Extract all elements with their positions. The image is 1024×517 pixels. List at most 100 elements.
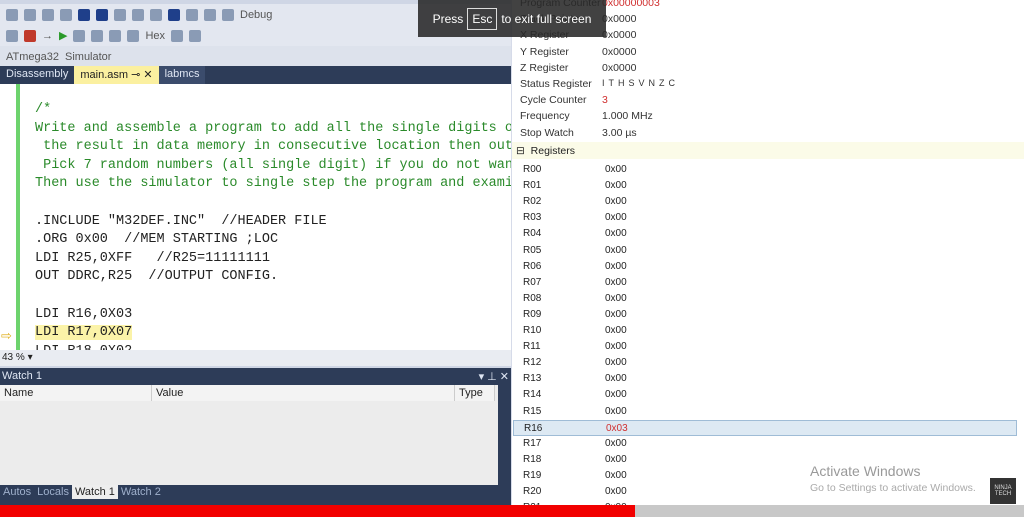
back-icon[interactable]: [6, 8, 18, 21]
register-value[interactable]: 0x00: [605, 389, 627, 401]
register-row[interactable]: R01 0x00: [513, 178, 1017, 194]
processor-row: Frequency 1.000 MHz: [520, 110, 653, 126]
register-value[interactable]: 0x00: [605, 406, 627, 418]
code-line[interactable]: .ORG 0x00 //MEM STARTING ;LOC: [35, 232, 278, 247]
register-row[interactable]: R15 0x00: [513, 404, 1017, 420]
code-line[interactable]: Then use the simulator to single step th…: [35, 176, 511, 191]
register-value[interactable]: 0x00: [605, 212, 627, 224]
register-value[interactable]: 0x00: [605, 341, 627, 353]
code-editor[interactable]: /* Write and assemble a program to add al…: [0, 84, 511, 350]
column-name[interactable]: Name: [0, 385, 152, 401]
save-icon[interactable]: [78, 8, 90, 21]
register-value[interactable]: 0x00: [605, 261, 627, 273]
run-to-cursor-icon[interactable]: [127, 29, 140, 42]
register-row[interactable]: R18 0x00: [513, 452, 1017, 468]
continue-icon[interactable]: ▶: [59, 29, 67, 42]
register-value[interactable]: 0x00: [605, 164, 627, 176]
toggle-breakpoint-icon[interactable]: [171, 29, 184, 42]
register-row[interactable]: R09 0x00: [513, 307, 1017, 323]
tab-labmcs[interactable]: labmcs: [158, 66, 206, 84]
column-value[interactable]: Value: [152, 385, 455, 401]
register-value[interactable]: 0x00: [605, 357, 627, 369]
register-value[interactable]: 0x03: [606, 423, 628, 434]
registers-header[interactable]: ⊟ Registers: [512, 142, 1024, 159]
open-icon[interactable]: [60, 8, 72, 21]
code-line[interactable]: .INCLUDE "M32DEF.INC" //HEADER FILE: [35, 214, 327, 229]
register-value[interactable]: 0x00: [605, 309, 627, 321]
stop-icon[interactable]: [24, 29, 36, 42]
start-debug-icon[interactable]: [222, 8, 234, 21]
register-value[interactable]: 0x00: [605, 486, 627, 498]
tab-disassembly[interactable]: Disassembly: [0, 66, 74, 84]
register-value[interactable]: 0x00: [605, 373, 627, 385]
code-line[interactable]: Pick 7 random numbers (all single digit)…: [35, 158, 511, 173]
redo-icon[interactable]: [186, 8, 198, 21]
undo-icon[interactable]: [168, 8, 180, 21]
tab-watch-1[interactable]: Watch 1: [71, 485, 118, 499]
register-value[interactable]: 0x00: [605, 470, 627, 482]
register-value[interactable]: 0x00: [605, 454, 627, 466]
register-row[interactable]: R04 0x00: [513, 226, 1017, 242]
register-row[interactable]: R14 0x00: [513, 387, 1017, 403]
step-over-icon[interactable]: [91, 29, 104, 42]
break-all-icon[interactable]: [6, 29, 18, 42]
code-line[interactable]: LDI R25,0XFF //R25=11111111: [35, 251, 270, 266]
code-line[interactable]: LDI R16,0X03: [35, 307, 132, 322]
copy-icon[interactable]: [132, 8, 144, 21]
register-row[interactable]: R02 0x00: [513, 194, 1017, 210]
tab-main-asm[interactable]: main.asm ⊸ ✕: [74, 66, 159, 84]
find-icon[interactable]: [204, 8, 216, 21]
register-value[interactable]: 0x00: [605, 196, 627, 208]
new-file-icon[interactable]: [42, 8, 54, 21]
windows-icon[interactable]: [189, 29, 202, 42]
register-value[interactable]: 0x00: [605, 438, 627, 450]
register-value[interactable]: 0x00: [605, 180, 627, 192]
column-type[interactable]: Type: [455, 385, 495, 401]
code-line[interactable]: LDI R17,0X07: [35, 325, 133, 341]
tool-label[interactable]: Simulator: [65, 51, 111, 63]
pin-icon[interactable]: ⊸: [131, 69, 140, 81]
register-name: R13: [523, 373, 542, 385]
panel-controls-icon[interactable]: ▾ ⊥ ✕: [479, 370, 509, 383]
cut-icon[interactable]: [114, 8, 126, 21]
register-row[interactable]: R11 0x00: [513, 339, 1017, 355]
register-row[interactable]: R12 0x00: [513, 355, 1017, 371]
code-line[interactable]: /*: [35, 102, 51, 117]
register-row[interactable]: R00 0x00: [513, 162, 1017, 178]
register-row[interactable]: R13 0x00: [513, 371, 1017, 387]
show-next-icon[interactable]: →: [42, 30, 53, 42]
register-row[interactable]: R08 0x00: [513, 291, 1017, 307]
register-row[interactable]: R16 0x03: [513, 419, 1017, 436]
close-icon[interactable]: ✕: [143, 69, 152, 81]
paste-icon[interactable]: [150, 8, 162, 21]
register-value[interactable]: 0x00: [605, 325, 627, 337]
tab-locals[interactable]: Locals: [34, 485, 72, 499]
config-dropdown[interactable]: Debug: [240, 9, 272, 21]
register-value[interactable]: 0x00: [605, 293, 627, 305]
code-line[interactable]: Write and assemble a program to add all …: [35, 121, 511, 136]
processor-row: Stop Watch 3.00 µs: [520, 127, 637, 143]
register-row[interactable]: R07 0x00: [513, 275, 1017, 291]
code-line[interactable]: the result in data memory in consecutive…: [35, 139, 511, 154]
register-row[interactable]: R03 0x00: [513, 210, 1017, 226]
step-out-icon[interactable]: [109, 29, 122, 42]
zoom-select[interactable]: 43 %: [2, 352, 25, 363]
register-row[interactable]: R05 0x00: [513, 243, 1017, 259]
device-label[interactable]: ATmega32: [6, 51, 59, 63]
step-into-icon[interactable]: [73, 29, 86, 42]
register-row[interactable]: R06 0x00: [513, 259, 1017, 275]
register-value[interactable]: 0x00: [605, 245, 627, 257]
forward-icon[interactable]: [24, 8, 36, 21]
register-name: R00: [523, 164, 542, 175]
video-progress-bar[interactable]: [0, 505, 1024, 517]
tab-watch-2[interactable]: Watch 2: [118, 485, 164, 499]
register-value[interactable]: 0x00: [605, 228, 627, 240]
save-all-icon[interactable]: [96, 8, 108, 21]
hex-button[interactable]: Hex: [145, 30, 165, 42]
register-row[interactable]: R17 0x00: [513, 436, 1017, 452]
register-row[interactable]: R10 0x00: [513, 323, 1017, 339]
tab-autos[interactable]: Autos: [0, 485, 34, 499]
register-value[interactable]: 0x00: [605, 277, 627, 289]
watch-grid[interactable]: Name Value Type: [0, 385, 498, 485]
code-line[interactable]: OUT DDRC,R25 //OUTPUT CONFIG.: [35, 269, 278, 284]
